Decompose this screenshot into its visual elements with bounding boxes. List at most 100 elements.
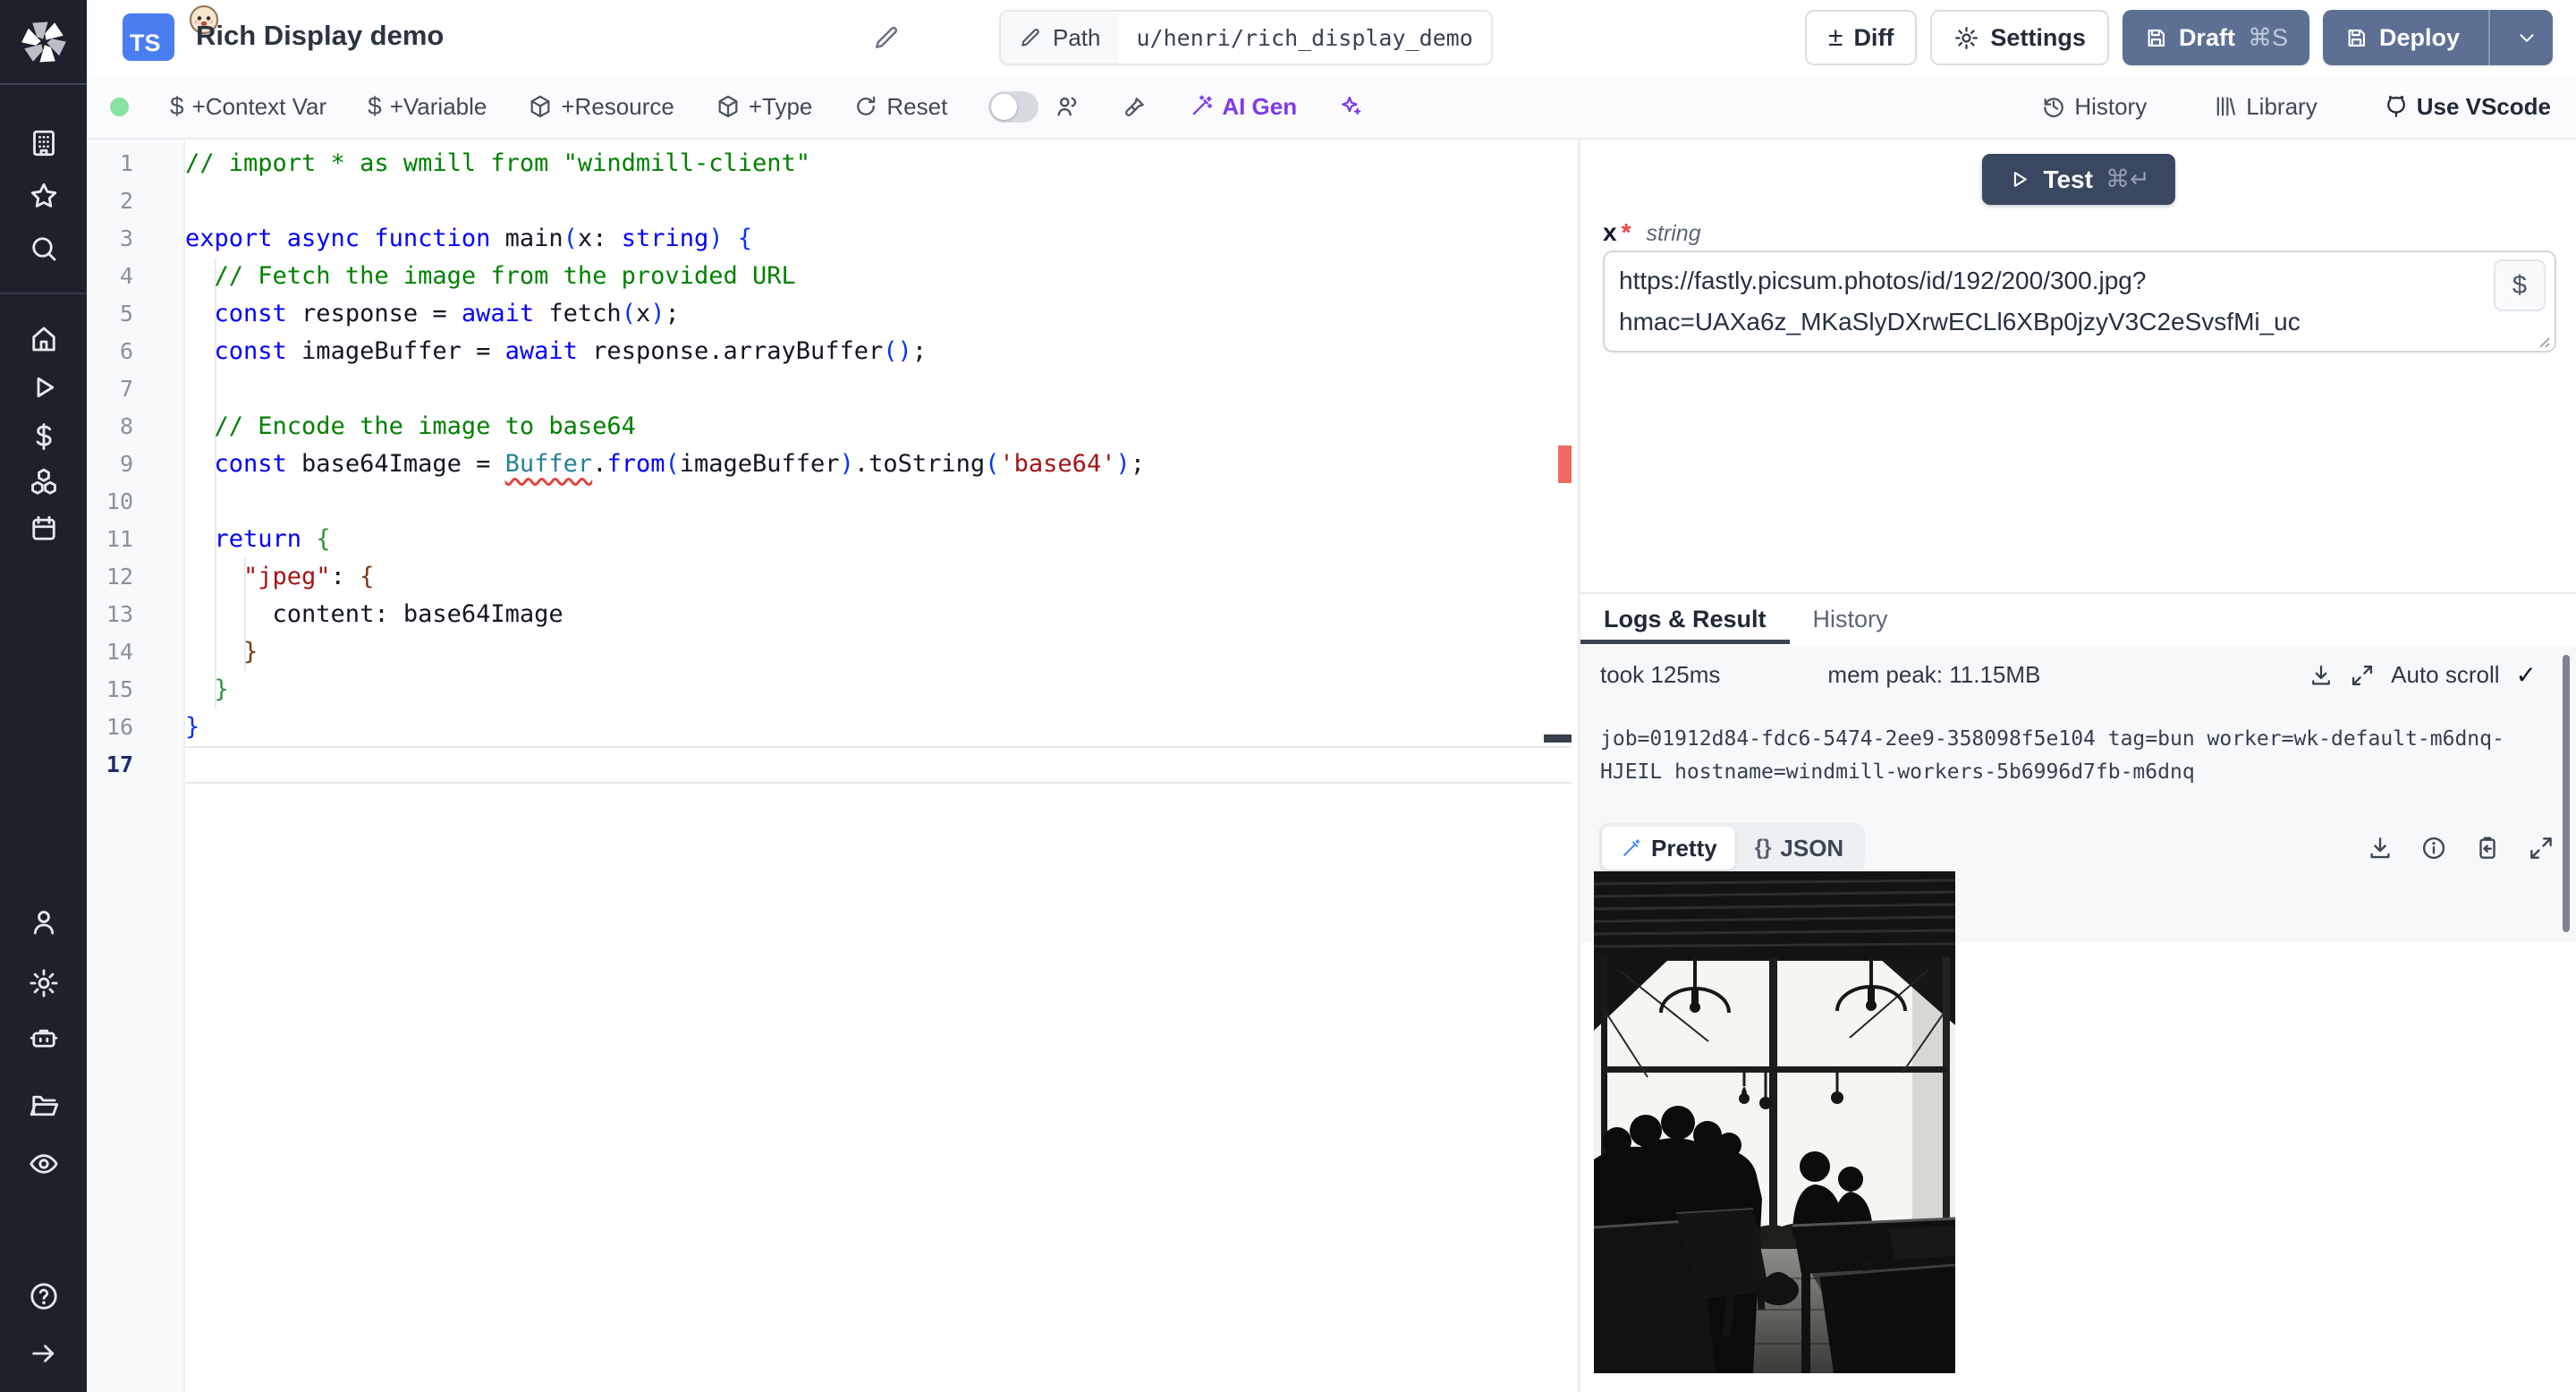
code-text: return { xyxy=(214,525,331,553)
code-line[interactable]: 12 "jpeg": { xyxy=(87,558,1572,596)
sidebar-item-robot[interactable] xyxy=(27,1022,61,1056)
sidebar-item-eye[interactable] xyxy=(27,1147,61,1181)
code-line[interactable]: 9 const base64Image = Buffer.from(imageB… xyxy=(87,446,1572,483)
search-icon xyxy=(31,237,55,261)
pencil-icon xyxy=(1021,29,1039,47)
sidebar-item-settings[interactable] xyxy=(27,966,61,1000)
ai-gen-button[interactable]: AI Gen xyxy=(1189,93,1297,121)
deploy-main-button[interactable]: Deploy xyxy=(2323,10,2478,65)
tab-logs-result[interactable]: Logs & Result xyxy=(1580,594,1790,644)
sidebar-item-play[interactable] xyxy=(27,370,61,404)
deploy-divider xyxy=(2488,10,2490,65)
script-path-group[interactable]: Path u/henri/rich_display_demo xyxy=(999,10,1493,65)
argument-input[interactable]: https://fastly.picsum.photos/id/192/200/… xyxy=(1603,250,2556,352)
add-context-var-button[interactable]: $ +Context Var xyxy=(170,92,326,121)
expand-logs-icon[interactable] xyxy=(2350,663,2375,688)
line-number: 14 xyxy=(106,639,133,665)
code-line[interactable]: 16} xyxy=(87,709,1572,746)
path-edit-button[interactable]: Path xyxy=(1001,12,1119,64)
result-image[interactable] xyxy=(1594,871,1955,1373)
tab-pretty[interactable]: Pretty xyxy=(1602,827,1735,870)
code-line[interactable]: 14 } xyxy=(87,633,1572,671)
multiplayer-group xyxy=(988,90,1081,123)
toggle-knob xyxy=(991,93,1018,120)
sidebar-item-dollar[interactable] xyxy=(27,420,61,454)
code-line[interactable]: 6 const imageBuffer = await response.arr… xyxy=(87,333,1572,370)
pencil-icon xyxy=(876,26,898,48)
test-shortcut: ⌘↵ xyxy=(2105,166,2150,192)
code-editor[interactable]: 1 // import * as wmill from "windmill-cli… xyxy=(87,140,1572,1392)
argument-name: x xyxy=(1603,218,1617,246)
history-button[interactable]: History xyxy=(2041,93,2147,121)
save-icon xyxy=(2148,29,2165,47)
result-view-switch: Pretty {} JSON xyxy=(1598,823,1866,873)
sidebar-item-search[interactable] xyxy=(27,232,61,266)
add-variable-button[interactable]: $ +Variable xyxy=(368,92,487,121)
code-line[interactable]: 15 } xyxy=(87,671,1572,709)
paintbrush-icon xyxy=(1125,98,1145,116)
diff-button[interactable]: ± Diff xyxy=(1804,10,1918,65)
sidebar-item-cubes[interactable] xyxy=(27,465,61,499)
windmill-pinwheel-icon xyxy=(21,21,66,62)
sidebar-item-user[interactable] xyxy=(27,905,61,939)
multiplayer-toggle[interactable] xyxy=(988,90,1039,123)
test-button[interactable]: Test ⌘↵ xyxy=(1981,154,2175,205)
sidebar-item-help[interactable] xyxy=(27,1279,61,1313)
sidebar-item-home[interactable] xyxy=(27,322,61,356)
sidebar-divider xyxy=(0,293,87,294)
ai-sparkles-button[interactable] xyxy=(1338,94,1363,119)
tab-json[interactable]: {} JSON xyxy=(1737,827,1862,870)
edit-title-button[interactable] xyxy=(872,23,901,52)
path-value: u/henri/rich_display_demo xyxy=(1136,24,1473,51)
resize-handle[interactable] xyxy=(2535,333,2551,353)
code-line[interactable]: 4 // Fetch the image from the provided U… xyxy=(87,258,1572,295)
code-line[interactable]: 7 xyxy=(87,370,1572,408)
add-resource-button[interactable]: +Resource xyxy=(528,93,674,121)
code-line[interactable]: 8 // Encode the image to base64 xyxy=(87,408,1572,446)
robot-icon xyxy=(30,1029,57,1048)
sidebar-item-building[interactable] xyxy=(27,126,61,160)
code-text: const imageBuffer = await response.array… xyxy=(214,337,928,365)
logs-scrollbar[interactable] xyxy=(2563,655,2570,932)
code-line[interactable]: 13 content: base64Image xyxy=(87,596,1572,633)
add-type-button[interactable]: +Type xyxy=(716,93,812,121)
sidebar-item-collapse[interactable] xyxy=(27,1337,61,1371)
fullscreen-result-icon[interactable] xyxy=(2528,835,2555,862)
copy-clipboard-icon[interactable] xyxy=(2474,835,2501,862)
deploy-dropdown-button[interactable] xyxy=(2501,10,2553,65)
user-icon xyxy=(33,911,54,935)
code-line[interactable]: 1 // import * as wmill from "windmill-cli… xyxy=(87,145,1572,182)
code-line[interactable]: 10 xyxy=(87,483,1572,521)
reset-button[interactable]: Reset xyxy=(853,93,947,121)
code-text: // Encode the image to base64 xyxy=(185,412,636,440)
deploy-button[interactable]: Deploy xyxy=(2322,10,2553,65)
auto-scroll-check-icon[interactable]: ✓ xyxy=(2516,660,2537,690)
tab-history[interactable]: History xyxy=(1790,594,1911,644)
sidebar-item-calendar[interactable] xyxy=(27,512,61,546)
log-output[interactable]: job=01912d84-fdc6-5474-2ee9-358098f5e104… xyxy=(1600,723,2529,789)
code-line[interactable]: 11 return { xyxy=(87,521,1572,558)
calendar-icon xyxy=(31,515,55,540)
braces-icon: {} xyxy=(1754,836,1772,860)
auto-scroll-label[interactable]: Auto scroll xyxy=(2391,661,2499,689)
insert-variable-button[interactable]: $ xyxy=(2494,259,2546,311)
draft-button[interactable]: Draft ⌘S xyxy=(2122,10,2309,65)
took-duration: took 125ms xyxy=(1600,661,1721,688)
sidebar-item-folder[interactable] xyxy=(27,1089,61,1123)
sidebar-item-star[interactable] xyxy=(27,179,61,213)
download-logs-icon[interactable] xyxy=(2309,663,2334,688)
use-vscode-button[interactable]: Use VScode xyxy=(2384,93,2551,121)
code-line[interactable]: 2 xyxy=(87,182,1572,220)
settings-button[interactable]: Settings xyxy=(1930,10,2109,65)
code-line[interactable]: 17 xyxy=(87,746,1572,784)
code-line[interactable]: 5 const response = await fetch(x); xyxy=(87,295,1572,333)
code-line[interactable]: 3 export async function main(x: string) { xyxy=(87,220,1572,258)
library-button[interactable]: Library xyxy=(2213,93,2318,121)
header-bar: TS Rich Display demo Path u/henri/rich_d… xyxy=(87,0,2576,75)
info-icon[interactable] xyxy=(2420,835,2447,862)
download-result-icon[interactable] xyxy=(2367,835,2394,862)
windmill-logo[interactable] xyxy=(0,0,87,85)
format-code-button[interactable] xyxy=(1123,94,1148,119)
line-number: 9 xyxy=(119,451,133,477)
